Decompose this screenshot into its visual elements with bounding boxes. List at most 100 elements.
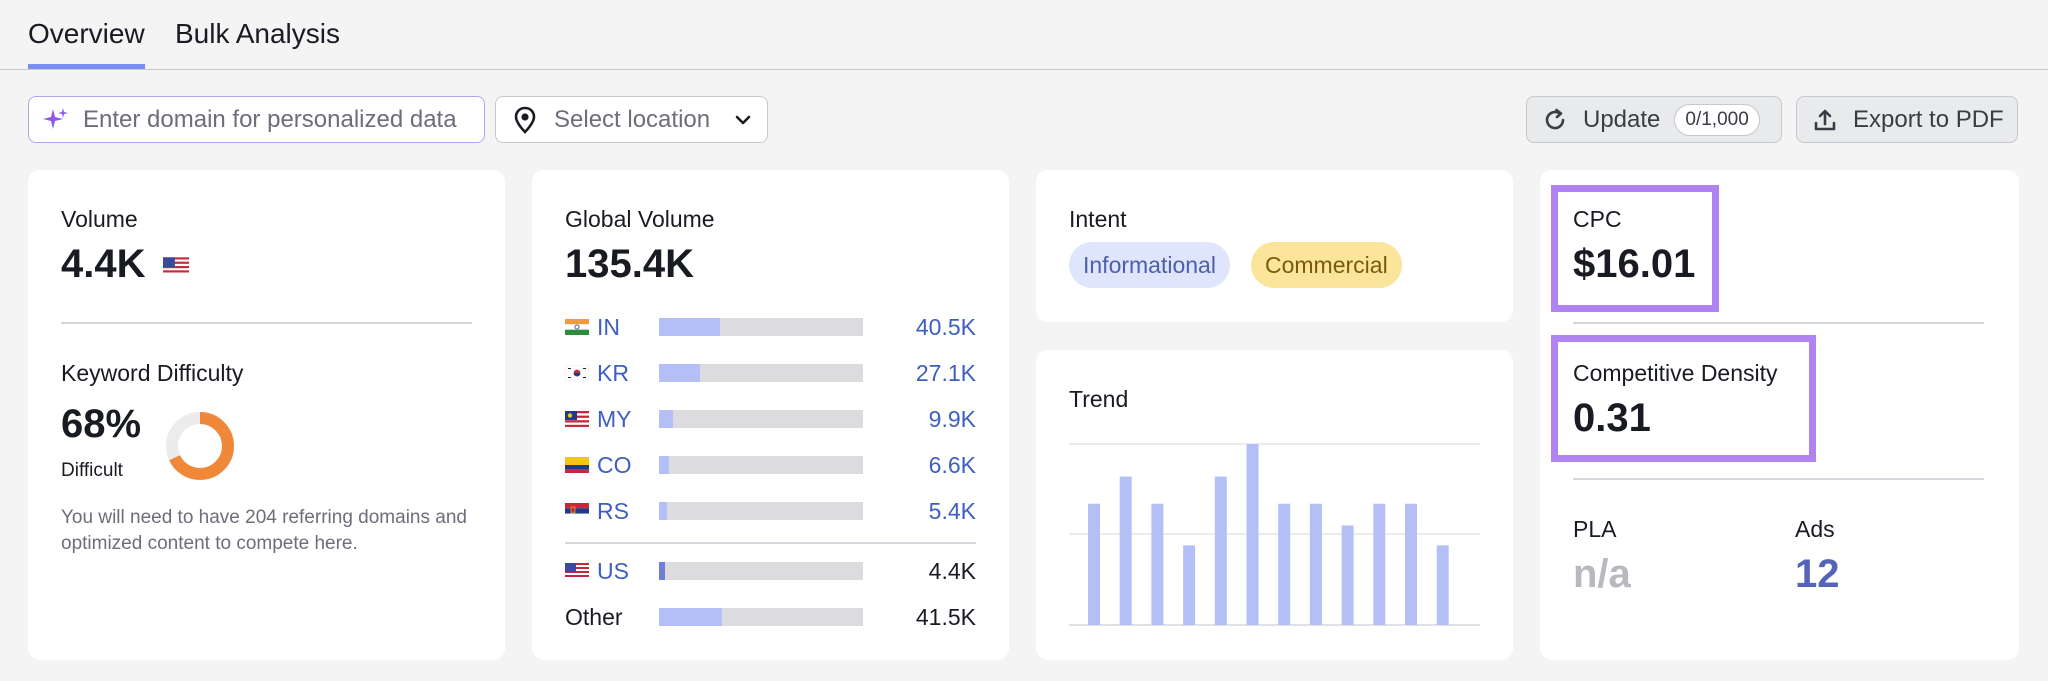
trend-bar[interactable] bbox=[1119, 476, 1132, 625]
volume-label: Volume bbox=[61, 206, 138, 232]
trend-bar[interactable] bbox=[1214, 476, 1227, 625]
ads-value[interactable]: 12 bbox=[1795, 552, 1840, 597]
country-code: CO bbox=[597, 451, 632, 478]
us-flag-icon bbox=[565, 563, 589, 579]
malaysia-flag-icon bbox=[565, 411, 589, 427]
country-code: RS bbox=[597, 497, 629, 524]
country-bar bbox=[659, 318, 863, 336]
tab-bulk-analysis[interactable]: Bulk Analysis bbox=[175, 18, 340, 64]
country-bar bbox=[659, 502, 863, 520]
pla-label: PLA bbox=[1573, 516, 1617, 542]
country-bar bbox=[659, 410, 863, 428]
location-label: Select location bbox=[554, 105, 711, 133]
country-bar bbox=[659, 364, 863, 382]
domain-input-wrapper[interactable] bbox=[28, 96, 485, 143]
density-value: 0.31 bbox=[1573, 396, 1651, 440]
trend-chart bbox=[1069, 443, 1480, 626]
country-bar-fill bbox=[659, 364, 700, 382]
trend-bar[interactable] bbox=[1373, 503, 1386, 625]
country-row-co[interactable]: CO 6.6K bbox=[565, 452, 976, 478]
intent-tag-commercial: Commercial bbox=[1251, 242, 1402, 288]
trend-bar[interactable] bbox=[1246, 444, 1259, 625]
kd-level: Difficult bbox=[61, 460, 123, 481]
trend-bar[interactable] bbox=[1278, 503, 1291, 625]
country-value: 6.6K bbox=[928, 451, 976, 478]
country-value: 40.5K bbox=[915, 313, 976, 340]
update-button[interactable]: Update 0/1,000 bbox=[1526, 96, 1782, 143]
export-label: Export to PDF bbox=[1853, 105, 2004, 133]
serbia-flag-icon bbox=[565, 503, 589, 519]
volume-value: 4.4K bbox=[61, 242, 189, 287]
country-row-us[interactable]: US 4.4K bbox=[565, 558, 976, 584]
upload-icon bbox=[1814, 109, 1836, 130]
india-flag-icon bbox=[565, 319, 589, 335]
trend-bar[interactable] bbox=[1309, 503, 1322, 625]
export-pdf-button[interactable]: Export to PDF bbox=[1796, 96, 2018, 143]
intent-tag-informational: Informational bbox=[1069, 242, 1230, 288]
country-value: 5.4K bbox=[928, 497, 976, 524]
cpc-value: $16.01 bbox=[1573, 242, 1696, 286]
volume-card: Volume 4.4K Keyword Difficulty 68% Diffi… bbox=[28, 170, 505, 660]
divider bbox=[1573, 322, 1984, 324]
volume-number: 4.4K bbox=[61, 242, 146, 286]
metrics-card: CPC $16.01 Competitive Density 0.31 PLA … bbox=[1540, 170, 2019, 660]
country-value: 9.9K bbox=[928, 405, 976, 432]
kd-label: Keyword Difficulty bbox=[61, 360, 244, 386]
ads-label: Ads bbox=[1795, 516, 1835, 542]
location-pin-icon bbox=[514, 106, 536, 134]
country-code: MY bbox=[597, 405, 632, 432]
sparkle-icon bbox=[43, 107, 68, 129]
colombia-flag-icon bbox=[565, 457, 589, 473]
country-bar bbox=[659, 456, 863, 474]
trend-bar[interactable] bbox=[1088, 503, 1100, 625]
trend-card: Trend bbox=[1036, 350, 1513, 660]
refresh-icon bbox=[1545, 108, 1565, 129]
country-value: 4.4K bbox=[928, 557, 976, 584]
country-row-other: Other 41.5K bbox=[565, 604, 976, 630]
divider bbox=[1573, 478, 1984, 480]
chevron-down-icon bbox=[735, 115, 751, 124]
tab-bar: Overview Bulk Analysis bbox=[0, 0, 2048, 70]
country-bar bbox=[659, 608, 863, 626]
density-label: Competitive Density bbox=[1573, 360, 1778, 386]
kd-description: You will need to have 204 referring doma… bbox=[61, 507, 467, 554]
global-volume-value: 135.4K bbox=[565, 242, 694, 286]
country-bar-fill bbox=[659, 608, 723, 626]
kd-donut-chart bbox=[166, 412, 234, 480]
global-volume-card: Global Volume 135.4K IN 40.5K KR 27.1K M… bbox=[532, 170, 1009, 660]
divider bbox=[565, 542, 976, 544]
cpc-label: CPC bbox=[1573, 206, 1622, 232]
country-bar-fill bbox=[659, 410, 674, 428]
country-row-my[interactable]: MY 9.9K bbox=[565, 406, 976, 432]
divider bbox=[61, 322, 472, 324]
country-bar-fill bbox=[659, 562, 666, 580]
us-flag-icon bbox=[162, 257, 189, 276]
location-select[interactable]: Select location bbox=[495, 96, 768, 143]
intent-label: Intent bbox=[1069, 206, 1127, 232]
country-value: 41.5K bbox=[915, 603, 976, 630]
country-bar-fill bbox=[659, 318, 721, 336]
country-code: US bbox=[597, 557, 629, 584]
kd-value: 68% bbox=[61, 402, 142, 446]
korea-flag-icon bbox=[565, 365, 589, 381]
country-code: KR bbox=[597, 359, 629, 386]
domain-input[interactable] bbox=[83, 105, 473, 134]
country-row-kr[interactable]: KR 27.1K bbox=[565, 360, 976, 386]
trend-label: Trend bbox=[1069, 386, 1129, 412]
other-label: Other bbox=[565, 603, 623, 630]
country-bar-fill bbox=[659, 456, 670, 474]
country-row-in[interactable]: IN 40.5K bbox=[565, 314, 976, 340]
country-code: IN bbox=[597, 313, 620, 340]
trend-bar[interactable] bbox=[1405, 503, 1417, 625]
tab-overview[interactable]: Overview bbox=[28, 18, 145, 69]
trend-bar[interactable] bbox=[1436, 545, 1449, 625]
update-label: Update bbox=[1583, 105, 1661, 133]
country-row-rs[interactable]: RS 5.4K bbox=[565, 498, 976, 524]
country-bar bbox=[659, 562, 863, 580]
country-bar-fill bbox=[659, 502, 668, 520]
trend-bar[interactable] bbox=[1151, 503, 1164, 625]
pla-value: n/a bbox=[1573, 552, 1631, 596]
update-quota-badge: 0/1,000 bbox=[1674, 103, 1760, 136]
trend-bar[interactable] bbox=[1341, 525, 1354, 625]
trend-bar[interactable] bbox=[1183, 545, 1196, 625]
